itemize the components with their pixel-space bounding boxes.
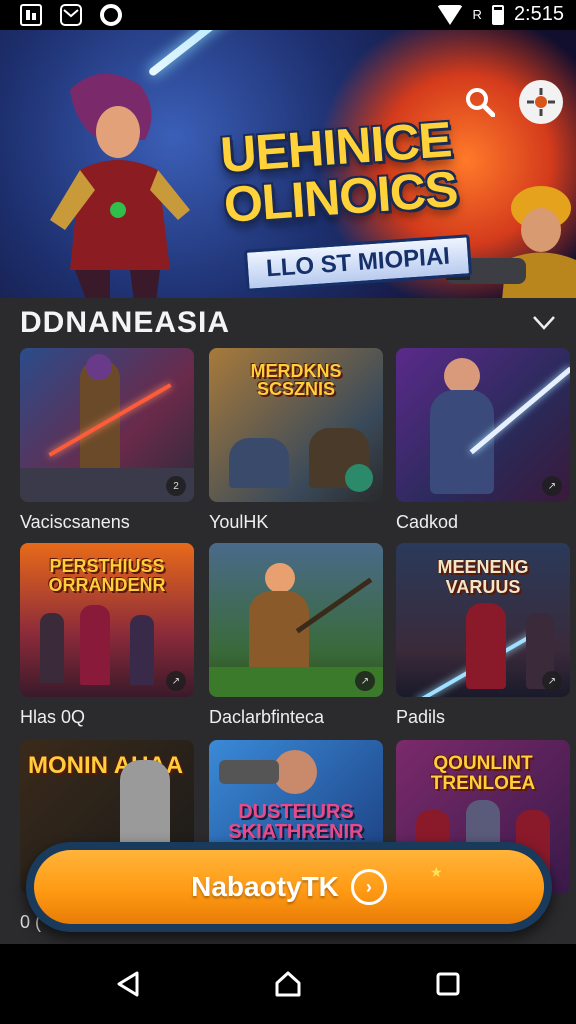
primary-cta-button[interactable]: NabaotyTK › ★: [26, 842, 552, 932]
home-icon: [275, 971, 301, 997]
crosshair-button[interactable]: [519, 80, 563, 124]
game-label: Cadkod: [396, 512, 459, 532]
recents-icon: [436, 972, 460, 996]
heroine-illustration: [50, 73, 190, 298]
game-card[interactable]: 2 Vaciscsanens: [20, 348, 194, 533]
signal-label: R: [472, 7, 482, 22]
game-label: Daclarbfinteca: [209, 707, 325, 727]
back-button[interactable]: [108, 964, 148, 1004]
gear-search-icon: [100, 4, 122, 26]
badge-icon: 2: [166, 476, 186, 496]
gallery-icon: [20, 4, 42, 26]
game-label: Hlas 0Q: [20, 707, 86, 727]
game-thumbnail: ↗: [396, 348, 570, 502]
search-icon: [466, 88, 495, 117]
cta-surface: NabaotyTK ›: [34, 850, 544, 924]
hero-banner[interactable]: UEHINICE OLINOICS LLO ST MIOPIAI: [0, 30, 576, 298]
game-label: Vaciscsanens: [20, 512, 130, 532]
back-icon: [117, 971, 139, 997]
game-thumbnail: PERSTHIUSS ORRANDENR ↗: [20, 543, 194, 697]
status-bar: R 2:515: [0, 0, 576, 30]
game-thumbnail: MERDKNS SCSZNIS: [209, 348, 383, 502]
hero-title: UEHINICE OLINOICS: [219, 111, 460, 233]
badge-icon: ↗: [542, 671, 562, 691]
game-card[interactable]: ↗ Cadkod: [396, 348, 570, 533]
clock: 2:515: [513, 3, 564, 25]
wifi-icon: [436, 4, 463, 25]
game-card[interactable]: MERDKNS SCSZNIS YoulHK: [209, 348, 383, 533]
thumb-title: MEENENG VARUUS: [437, 557, 529, 597]
game-thumbnail: MEENENG VARUUS ↗: [396, 543, 570, 697]
system-nav-bar: [0, 944, 576, 1024]
thumb-title: PERSTHIUSS ORRANDENR: [48, 556, 166, 595]
cta-label: NabaotyTK: [191, 871, 339, 902]
game-thumbnail: ↗: [209, 543, 383, 697]
crosshair-icon: [527, 88, 555, 116]
thumb-title: MERDKNS SCSZNIS: [250, 361, 342, 399]
home-button[interactable]: [268, 964, 308, 1004]
game-label: YoulHK: [209, 512, 269, 532]
chevron-right-circle-icon: ›: [350, 869, 387, 905]
game-thumbnail: 2: [20, 348, 194, 502]
thumb-title: QOUNLINT TRENLOEA: [430, 753, 536, 794]
game-card[interactable]: ↗ Daclarbfinteca: [209, 543, 383, 728]
star-icon: ★: [430, 864, 443, 880]
battery-icon: [491, 4, 504, 25]
game-label: Padils: [396, 707, 446, 727]
badge-icon: ↗: [355, 671, 375, 691]
section-title: DDNANEASIA: [20, 306, 231, 339]
mail-icon: [60, 4, 82, 26]
search-button[interactable]: [458, 80, 502, 124]
badge-icon: ↗: [166, 671, 186, 691]
chevron-down-icon[interactable]: [532, 310, 556, 334]
game-card[interactable]: MEENENG VARUUS ↗ Padils: [396, 543, 570, 728]
game-card[interactable]: PERSTHIUSS ORRANDENR ↗ Hlas 0Q: [20, 543, 194, 728]
badge-icon: ↗: [542, 476, 562, 496]
thumb-title: DUSTEIURS SKIATHRENIR: [228, 801, 364, 843]
recents-button[interactable]: [428, 964, 468, 1004]
